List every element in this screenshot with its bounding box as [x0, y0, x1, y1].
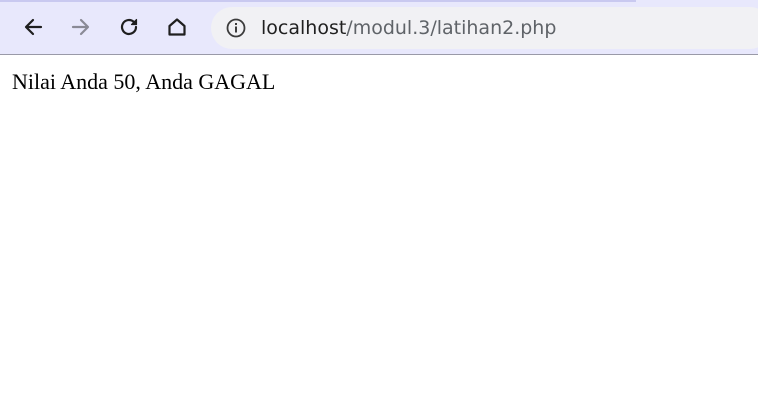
site-info-button[interactable]: [225, 17, 247, 39]
url-text[interactable]: localhost/modul.3/latihan2.php: [261, 16, 556, 40]
url-host: localhost: [261, 17, 347, 39]
browser-toolbar: localhost/modul.3/latihan2.php: [0, 0, 758, 55]
home-icon: [168, 18, 186, 36]
arrow-left-icon: [24, 18, 43, 36]
home-button[interactable]: [160, 10, 194, 44]
address-bar[interactable]: localhost/modul.3/latihan2.php: [211, 7, 758, 49]
forward-button[interactable]: [64, 10, 98, 44]
reload-button[interactable]: [112, 10, 146, 44]
back-button[interactable]: [16, 10, 50, 44]
arrow-right-icon: [71, 18, 90, 36]
result-message: Nilai Anda 50, Anda GAGAL: [12, 69, 276, 94]
info-circle-icon: [226, 18, 246, 38]
tab-strip-edge: [0, 0, 636, 2]
url-path: /modul.3/latihan2.php: [346, 17, 557, 39]
reload-icon: [120, 18, 138, 36]
